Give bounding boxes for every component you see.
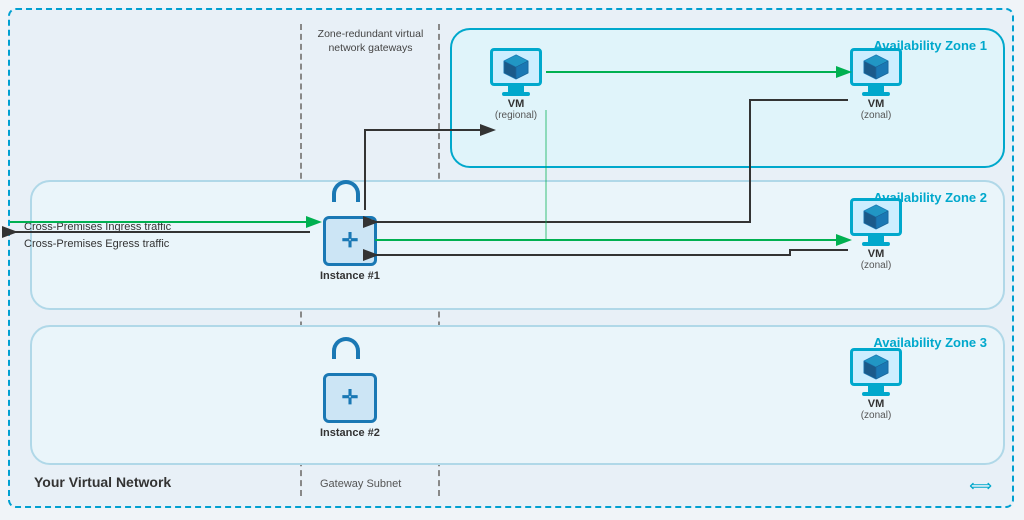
ingress-traffic-label: Cross-Premises Ingress traffic (24, 221, 171, 233)
monitor-base-zone3 (862, 392, 890, 396)
vm-zone3-sublabel: (zonal) (861, 410, 892, 421)
vm-regional-label: VM (508, 98, 525, 110)
vm-regional: VM (regional) (490, 48, 542, 121)
lock-shackle-1 (332, 180, 360, 202)
vm-zone1: VM (zonal) (850, 48, 902, 121)
virtual-network-label: Your Virtual Network (34, 474, 171, 490)
vm-zone2-label: VM (868, 248, 885, 260)
vm-zone2-sublabel: (zonal) (861, 260, 892, 271)
vm-zone2: VM (zonal) (850, 198, 902, 271)
instance2-label: Instance #2 (320, 427, 380, 439)
cube-icon-regional (502, 53, 530, 81)
monitor-base-zone2 (862, 242, 890, 246)
cube-icon-zone2 (862, 203, 890, 231)
vm-regional-sublabel: (regional) (495, 110, 537, 121)
lock-body-1: ✛ (323, 216, 377, 266)
nav-dots[interactable]: ⟺ (969, 476, 992, 496)
vm-zone3: VM (zonal) (850, 348, 902, 421)
cube-icon-zone1 (862, 53, 890, 81)
monitor-body-zone1 (850, 48, 902, 86)
lock-shackle-2 (332, 337, 360, 359)
vm-zone3-label: VM (868, 398, 885, 410)
virtual-network-border: Your Virtual Network Gateway Subnet Zone… (8, 8, 1014, 508)
monitor-body-regional (490, 48, 542, 86)
egress-traffic-label: Cross-Premises Egress traffic (24, 238, 169, 250)
monitor-body-zone3 (850, 348, 902, 386)
vm-zone1-label: VM (868, 98, 885, 110)
monitor-body-zone2 (850, 198, 902, 236)
lock-arrows-1: ✛ (342, 231, 359, 251)
instance2-icon: ✛ Instance #2 (320, 355, 380, 439)
lock-body-2: ✛ (323, 373, 377, 423)
monitor-base-zone1 (862, 92, 890, 96)
instance1-icon: ✛ Instance #1 (320, 198, 380, 282)
cube-icon-zone3 (862, 353, 890, 381)
instance1-label: Instance #1 (320, 270, 380, 282)
monitor-base-regional (502, 92, 530, 96)
lock-arrows-2: ✛ (342, 388, 359, 408)
zone-redundant-label: Zone-redundant virtual network gateways (308, 28, 433, 55)
vm-zone1-sublabel: (zonal) (861, 110, 892, 121)
